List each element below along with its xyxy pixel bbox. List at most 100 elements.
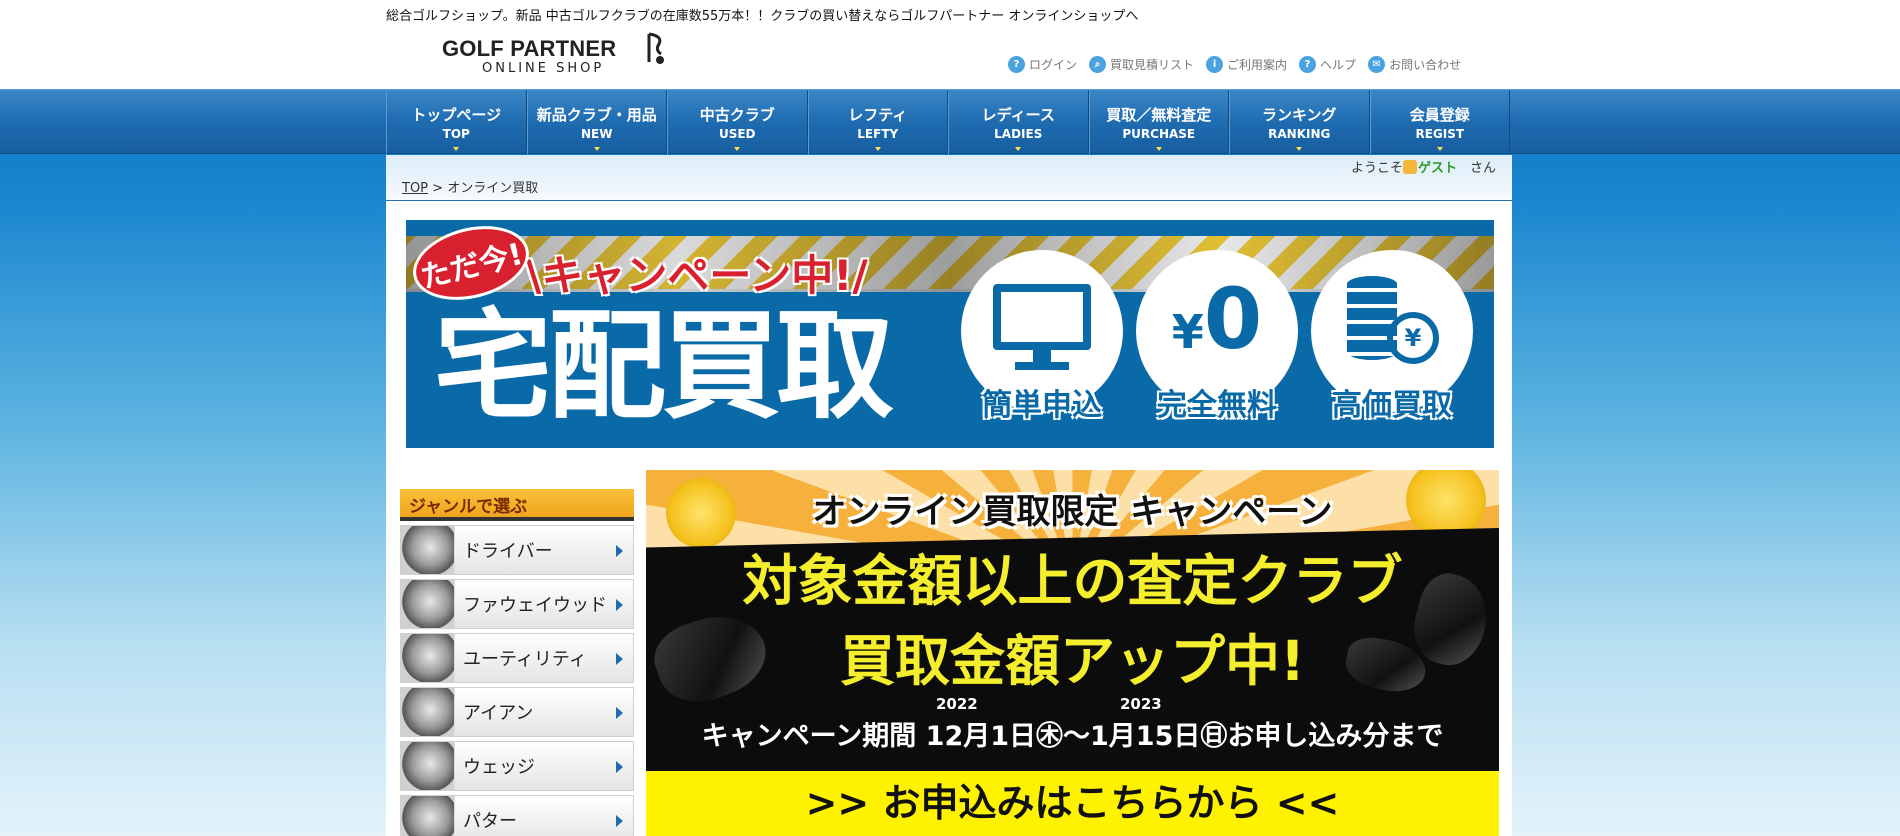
nav-marker-icon (1436, 147, 1443, 151)
guest-name: ゲスト (1417, 161, 1457, 176)
nav-marker-icon (453, 147, 460, 151)
nav-marker-icon (1155, 147, 1162, 151)
sidebar-item-fairway-wood[interactable]: ファウェイウッド (400, 579, 634, 629)
hero-title: 宅配買取 (434, 297, 894, 435)
sidebar-item-wedge[interactable]: ウェッジ (400, 741, 634, 791)
nav-item-jp: トップページ (411, 106, 502, 124)
promo-line3: 買取金額アップ中! (839, 629, 1306, 693)
guide-label: ご利用案内 (1227, 58, 1288, 72)
nav-item-lefty[interactable]: レフティ LEFTY (807, 90, 948, 154)
nav-item-top[interactable]: トップページ TOP (386, 90, 527, 154)
mail-icon: ✉ (1368, 56, 1386, 73)
utility-club-icon (401, 634, 455, 682)
nav-item-ladies[interactable]: レディース LADIES (948, 90, 1089, 154)
promo-line1: オンライン買取限定 キャンペーン (812, 492, 1333, 532)
monitor-icon (993, 284, 1091, 350)
sidebar-item-label: パター (463, 811, 517, 832)
help-icon: ? (1299, 56, 1317, 73)
nav-item-en: REGIST (1415, 127, 1465, 141)
nav-marker-icon (1296, 147, 1303, 151)
driver-icon (401, 526, 455, 574)
promo-year-start: 2022 (936, 695, 978, 713)
nav-marker-icon (593, 147, 600, 151)
main-nav: トップページ TOP 新品クラブ・用品 NEW 中古クラブ USED レフティ LEFT… (0, 89, 1900, 154)
zero-yen-icon: ¥0 (1136, 270, 1298, 368)
putter-club-icon (401, 796, 455, 836)
nav-item-en: TOP (442, 127, 470, 141)
sidebar-item-label: ファウェイウッド (463, 595, 607, 616)
wedge-club-icon (401, 742, 455, 790)
nav-item-jp: ランキング (1261, 106, 1337, 124)
feature-easy: 簡単申込 (961, 250, 1123, 423)
sidebar-item-label: ドライバー (463, 541, 553, 562)
estimate-list-label: 買取見積リスト (1110, 58, 1195, 72)
welcome-prefix: ようこそ (1350, 161, 1403, 176)
login-link[interactable]: ? ログイン (1008, 56, 1077, 73)
breadcrumb-current: オンライン買取 (447, 181, 539, 196)
site-tagline: 総合ゴルフショップ。新品 中古ゴルフクラブの在庫数55万本！！クラブの買い替えな… (386, 9, 1139, 24)
breadcrumb-bar: ようこそ ゲスト さん TOP > オンライン買取 (386, 155, 1512, 201)
feature-high-price: ¥ 高価買取 (1311, 250, 1473, 423)
nav-item-used[interactable]: 中古クラブ USED (667, 90, 808, 154)
nav-item-en: USED (718, 127, 756, 141)
welcome-message: ようこそ ゲスト さん (1351, 157, 1496, 176)
sidebar-item-iron[interactable]: アイアン (400, 687, 634, 737)
contact-label: お問い合わせ (1389, 58, 1462, 72)
nav-item-jp: レディース (981, 106, 1055, 124)
nav-item-ranking[interactable]: ランキング RANKING (1229, 90, 1370, 154)
logo-sub-text: ONLINE SHOP (482, 61, 605, 76)
help-link[interactable]: ? ヘルプ (1299, 56, 1356, 73)
info-icon: i (1206, 56, 1224, 73)
sidebar-item-label: ウェッジ (463, 757, 535, 778)
estimate-list-link[interactable]: ⌕ 買取見積リスト (1089, 56, 1194, 73)
feature-free: ¥0 完全無料 (1136, 250, 1298, 423)
feature-caption: 簡単申込 (982, 388, 1102, 423)
chevron-right-icon (616, 815, 623, 827)
nav-item-regist[interactable]: 会員登録 REGIST (1369, 90, 1510, 154)
sidebar-item-putter[interactable]: パター (400, 795, 634, 836)
zero-digit: 0 (1203, 270, 1263, 368)
promo-year-end: 2023 (1120, 695, 1162, 713)
nav-item-purchase[interactable]: 買取／無料査定 PURCHASE (1088, 90, 1229, 154)
chevron-right-icon (616, 545, 623, 557)
site-logo[interactable]: GOLF PARTNER ONLINE SHOP (442, 32, 670, 80)
sidebar-item-label: アイアン (463, 703, 534, 724)
nav-item-jp: 買取／無料査定 (1106, 106, 1212, 124)
sidebar-item-driver[interactable]: ドライバー (400, 525, 634, 575)
help-label: ヘルプ (1320, 58, 1357, 72)
guide-link[interactable]: i ご利用案内 (1206, 56, 1287, 73)
sidebar-item-label: ユーティリティ (463, 649, 587, 670)
sidebar-item-utility[interactable]: ユーティリティ (400, 633, 634, 683)
login-label: ログイン (1029, 58, 1078, 72)
welcome-suffix: さん (1469, 161, 1496, 176)
breadcrumb-top-link[interactable]: TOP (402, 181, 428, 196)
nav-item-new[interactable]: 新品クラブ・用品 NEW (526, 90, 667, 154)
nav-item-en: LEFTY (857, 127, 899, 141)
nav-item-en: LADIES (994, 127, 1043, 141)
nav-item-jp: 会員登録 (1409, 106, 1470, 124)
breadcrumb: TOP > オンライン買取 (402, 177, 538, 196)
fairway-wood-icon (401, 580, 455, 628)
nav-item-en: RANKING (1268, 127, 1331, 141)
nav-item-jp: レフティ (848, 106, 908, 124)
nav-marker-icon (1015, 147, 1022, 151)
promo-banner[interactable]: オンライン買取限定 キャンペーン 対象金額以上の査定クラブ 買取金額アップ中! … (646, 470, 1499, 836)
search-icon: ⌕ (1089, 56, 1107, 73)
promo-period: キャンペーン期間 12月1日㊍〜1月15日㊐お申し込み分まで (701, 721, 1444, 752)
contact-link[interactable]: ✉ お問い合わせ (1368, 56, 1461, 73)
apply-button[interactable]: >> お申込みはこちらから << (646, 771, 1499, 836)
feature-caption: 高価買取 (1332, 388, 1452, 423)
guest-avatar-icon (1402, 160, 1417, 174)
yen-coin-icon: ¥ (1387, 312, 1439, 364)
logo-main-text: GOLF PARTNER (442, 36, 617, 61)
utility-links: ? ログイン ⌕ 買取見積リスト i ご利用案内 ? ヘルプ ✉ お問い合わせ (1008, 56, 1461, 73)
monitor-base (1015, 362, 1069, 370)
chevron-right-icon (616, 761, 623, 773)
nav-item-jp: 新品クラブ・用品 (536, 106, 657, 124)
nav-item-jp: 中古クラブ (699, 106, 775, 124)
nav-marker-icon (734, 147, 741, 151)
hero-banner[interactable]: \キャンペーン中!/ ただ今! 宅配買取 簡単申込 ¥0 完全無料 ¥ 高価買取 (406, 220, 1494, 448)
promo-line2: 対象金額以上の査定クラブ (742, 549, 1403, 613)
nav-item-en: NEW (581, 127, 613, 141)
genre-sidebar: ジャンルで選ぶ ドライバー ファウェイウッド ユーティリティ アイアン ウェッジ… (400, 489, 634, 836)
